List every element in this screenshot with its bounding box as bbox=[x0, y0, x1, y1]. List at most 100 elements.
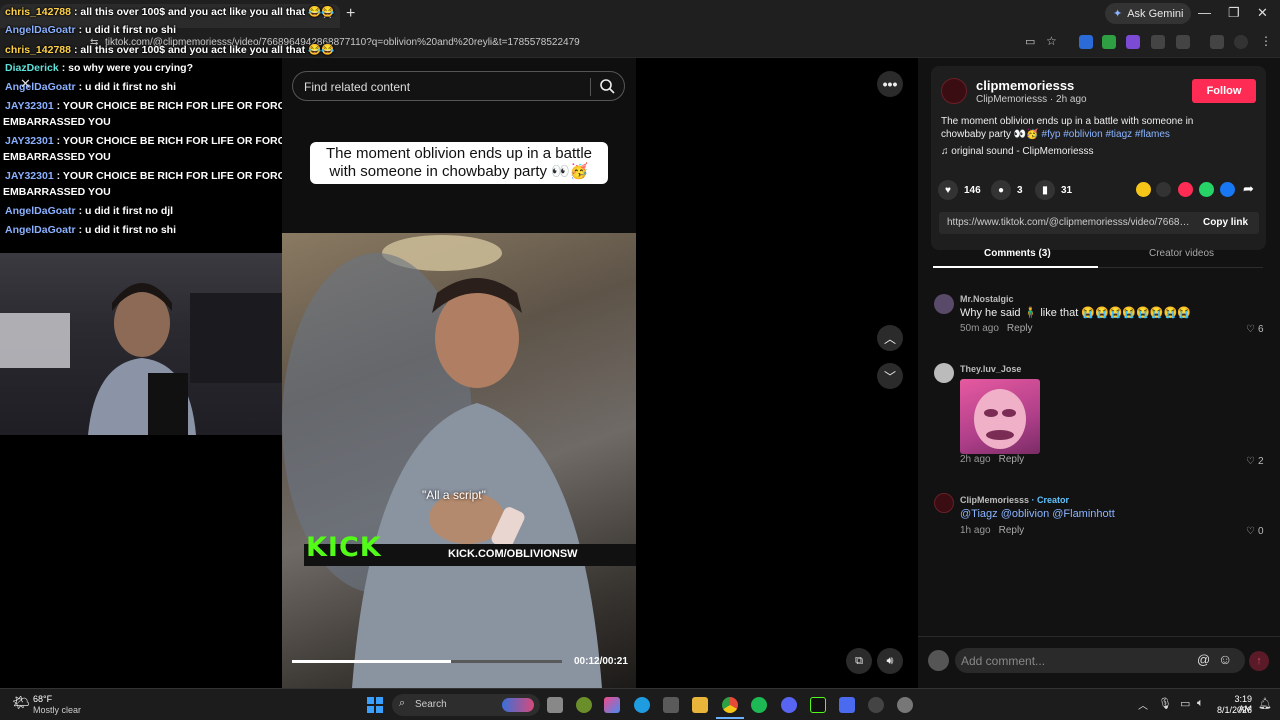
shield-extension-icon[interactable] bbox=[1102, 35, 1116, 49]
more-share-icon[interactable]: ➦ bbox=[1243, 181, 1254, 197]
store-icon[interactable] bbox=[663, 697, 679, 713]
weather-icon[interactable]: 🌤︎ bbox=[12, 694, 30, 711]
facebook-share-icon[interactable] bbox=[1220, 182, 1235, 197]
show-hidden-icons[interactable]: ︿ bbox=[1138, 697, 1148, 712]
microphone-icon[interactable]: 🎙︎ bbox=[1158, 697, 1172, 710]
restore-button[interactable]: ❐ bbox=[1228, 5, 1240, 21]
video-progress-bar[interactable] bbox=[292, 660, 562, 663]
minimize-button[interactable]: — bbox=[1198, 5, 1211, 20]
network-icon[interactable]: ▭ bbox=[1180, 697, 1190, 710]
notification-bell-icon[interactable]: 🔔︎ bbox=[1258, 697, 1272, 710]
reading-list-icon[interactable] bbox=[1210, 35, 1224, 49]
repost-share-icon[interactable] bbox=[1136, 182, 1151, 197]
chat-text: : u did it first no shi bbox=[78, 81, 177, 93]
previous-video-button[interactable]: ︿ bbox=[877, 325, 903, 351]
follow-button[interactable]: Follow bbox=[1192, 79, 1256, 103]
comment-like[interactable]: ♡ 6 bbox=[1246, 324, 1264, 335]
edge-icon[interactable] bbox=[634, 697, 650, 713]
chat-close-icon[interactable]: ✕ bbox=[20, 76, 31, 92]
task-view-icon[interactable] bbox=[547, 697, 563, 713]
volume-button[interactable]: 🔊︎ bbox=[877, 648, 903, 674]
tab-creator-videos[interactable]: Creator videos bbox=[1149, 248, 1214, 259]
comment-like[interactable]: ♡ 0 bbox=[1246, 526, 1264, 537]
comment-like[interactable]: ♡ 2 bbox=[1246, 456, 1264, 467]
embed-share-icon[interactable] bbox=[1156, 182, 1171, 197]
post-comment-button[interactable]: ↑ bbox=[1249, 651, 1269, 671]
creator-username[interactable]: clipmemoriesss bbox=[976, 78, 1074, 93]
chat-username[interactable]: JAY32301 bbox=[5, 135, 54, 147]
comment-author[interactable]: They.luv_Jose bbox=[960, 364, 1021, 374]
hashtags[interactable]: #fyp #oblivion #tiagz #flames bbox=[1042, 129, 1170, 140]
chat-username[interactable]: AngelDaGoatr bbox=[5, 205, 76, 217]
comment-author[interactable]: ClipMemoriesss bbox=[960, 495, 1029, 505]
more-menu-icon[interactable]: ⋮ bbox=[1260, 34, 1272, 48]
chrome-icon[interactable] bbox=[722, 697, 738, 713]
obs-icon[interactable] bbox=[868, 697, 884, 713]
add-comment-field[interactable]: Add comment... @ ☺ bbox=[955, 648, 1245, 673]
comment-image[interactable] bbox=[960, 379, 1040, 454]
next-video-button[interactable]: ﹀ bbox=[877, 363, 903, 389]
chat-username[interactable]: AngelDaGoatr bbox=[5, 24, 76, 36]
chat-username[interactable]: AngelDaGoatr bbox=[5, 81, 76, 93]
commenter-avatar[interactable] bbox=[934, 493, 954, 513]
my-avatar[interactable] bbox=[928, 650, 949, 671]
start-button[interactable] bbox=[367, 697, 383, 713]
comment-text[interactable]: @Tiagz @oblivion @Flaminhott bbox=[960, 508, 1115, 520]
clock-date[interactable]: 8/1/2026 bbox=[1217, 705, 1252, 715]
chat-username[interactable]: chris_142788 bbox=[5, 6, 71, 18]
app-icon[interactable] bbox=[576, 697, 592, 713]
reply-button[interactable]: Reply bbox=[999, 454, 1025, 465]
like-stat[interactable]: ♥ 146 bbox=[938, 180, 981, 200]
more-options-button[interactable]: ••• bbox=[877, 71, 903, 97]
bookmark-star-icon[interactable]: ☆ bbox=[1046, 34, 1057, 48]
mention-icon[interactable]: @ bbox=[1197, 652, 1210, 667]
emoji-icon[interactable]: ☺ bbox=[1218, 651, 1232, 667]
video-link[interactable]: https://www.tiktok.com/@clipmemoriesss/v… bbox=[947, 217, 1192, 228]
puzzle-extensions-icon[interactable] bbox=[1176, 35, 1190, 49]
whatsapp-share-icon[interactable] bbox=[1199, 182, 1214, 197]
search-input[interactable]: Find related content bbox=[304, 80, 410, 94]
ask-gemini-button[interactable]: ✦ Ask Gemini bbox=[1105, 3, 1192, 24]
discord-icon[interactable] bbox=[781, 697, 797, 713]
send-share-icon[interactable] bbox=[1178, 182, 1193, 197]
tab-comments[interactable]: Comments (3) bbox=[984, 248, 1051, 259]
weather-temp[interactable]: 68°F bbox=[33, 694, 52, 704]
save-stat[interactable]: ▮ 31 bbox=[1035, 180, 1072, 200]
commenter-avatar[interactable] bbox=[934, 294, 954, 314]
mini-player-button[interactable]: ⧉ bbox=[846, 648, 872, 674]
chat-username[interactable]: AngelDaGoatr bbox=[5, 224, 76, 236]
settings-gear-icon[interactable] bbox=[897, 697, 913, 713]
chat-username[interactable]: chris_142788 bbox=[5, 44, 71, 56]
copy-link-button[interactable]: Copy link bbox=[1203, 217, 1248, 228]
kick-app-icon[interactable] bbox=[810, 697, 826, 713]
extension-icon[interactable] bbox=[1079, 35, 1093, 49]
cast-icon[interactable]: ▭ bbox=[1025, 35, 1035, 48]
taskbar-search[interactable]: ⌕ Search bbox=[392, 694, 540, 716]
chevron-up-icon: ︿ bbox=[883, 331, 896, 346]
search-icon[interactable] bbox=[599, 78, 615, 94]
chat-username[interactable]: JAY32301 bbox=[5, 100, 54, 112]
close-window-button[interactable]: ✕ bbox=[1257, 5, 1268, 21]
file-explorer-icon[interactable] bbox=[692, 697, 708, 713]
comment-stat[interactable]: ● 3 bbox=[991, 180, 1023, 200]
copilot-icon[interactable] bbox=[604, 697, 620, 713]
related-search-bar[interactable]: Find related content bbox=[292, 71, 625, 101]
video-player[interactable]: The moment oblivion ends up in a battle … bbox=[282, 58, 636, 688]
heart-icon: ♥ bbox=[938, 180, 958, 200]
twitch-extension-icon[interactable] bbox=[1126, 35, 1140, 49]
app-icon[interactable] bbox=[839, 697, 855, 713]
diamond-extension-icon[interactable] bbox=[1151, 35, 1165, 49]
spotify-icon[interactable] bbox=[751, 697, 767, 713]
comment-author[interactable]: Mr.Nostalgic bbox=[960, 294, 1014, 304]
commenter-avatar[interactable] bbox=[934, 363, 954, 383]
add-comment-input[interactable]: Add comment... bbox=[961, 654, 1045, 668]
sound-row[interactable]: ♫ original sound - ClipMemoriesss bbox=[941, 146, 1094, 157]
speaker-icon[interactable]: 🔈︎ bbox=[1197, 697, 1204, 710]
creator-avatar[interactable] bbox=[941, 78, 967, 104]
chat-username[interactable]: DiazDerick bbox=[5, 62, 59, 74]
reply-button[interactable]: Reply bbox=[999, 525, 1025, 536]
reply-button[interactable]: Reply bbox=[1007, 323, 1033, 334]
profile-avatar[interactable] bbox=[1234, 35, 1248, 49]
weather-desc[interactable]: Mostly clear bbox=[33, 705, 81, 715]
chat-username[interactable]: JAY32301 bbox=[5, 170, 54, 182]
